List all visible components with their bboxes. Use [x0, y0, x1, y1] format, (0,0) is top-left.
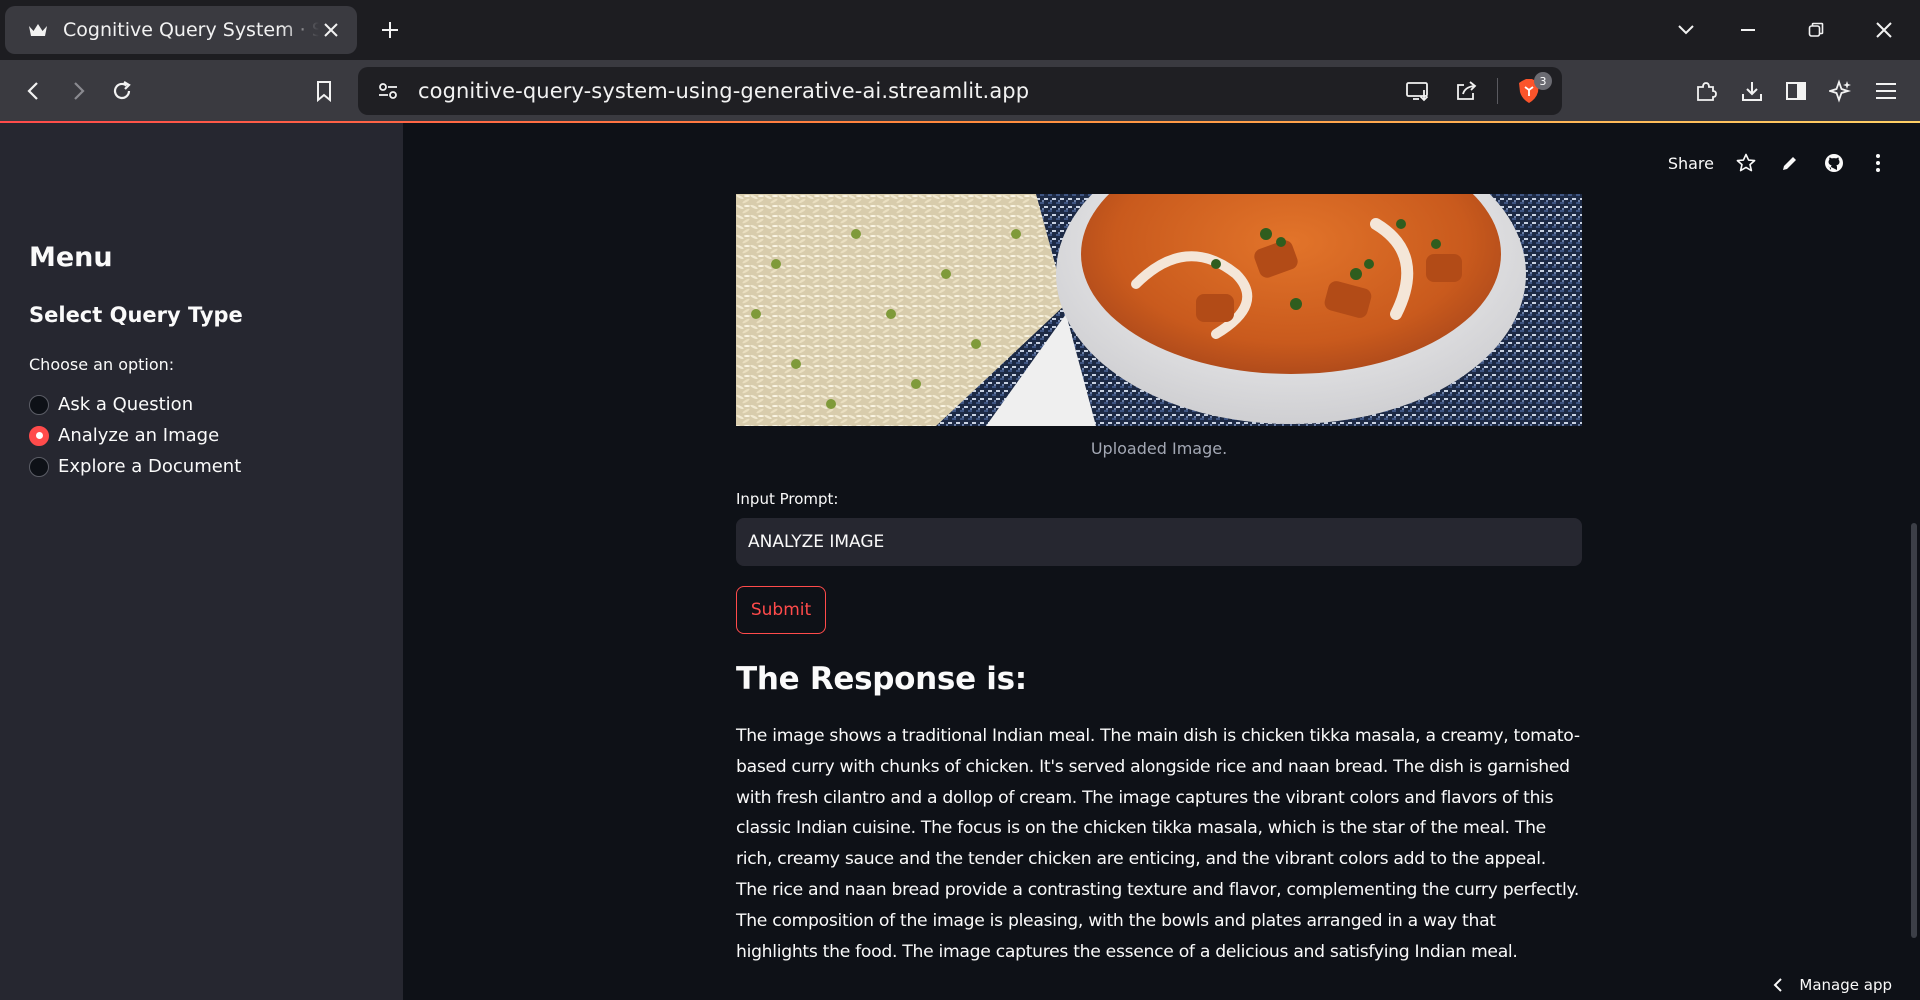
sidebar-menu-title: Menu — [29, 242, 113, 273]
submit-button[interactable]: Submit — [736, 586, 826, 634]
image-caption: Uploaded Image. — [1090, 439, 1228, 458]
main-menu-icon[interactable] — [1870, 75, 1902, 107]
leo-ai-icon[interactable] — [1825, 75, 1857, 107]
browser-titlebar: Cognitive Query System · Streamlit — [0, 0, 1920, 60]
back-icon[interactable] — [18, 75, 50, 107]
github-icon[interactable] — [1822, 151, 1846, 175]
uploaded-food-image — [736, 194, 1582, 426]
radio-option-label: Explore a Document — [58, 456, 242, 477]
manage-app-button[interactable]: Manage app — [1773, 976, 1892, 994]
shields-count-badge: 3 — [1534, 72, 1552, 90]
extensions-icon[interactable] — [1690, 75, 1722, 107]
more-options-icon[interactable] — [1866, 151, 1890, 175]
url-text[interactable]: cognitive-query-system-using-generative-… — [418, 79, 1387, 103]
response-text: The image shows a traditional Indian mea… — [736, 726, 1580, 962]
app-header-actions: Share — [1668, 151, 1890, 175]
brave-shields-icon[interactable]: 3 — [1512, 72, 1552, 108]
scrollbar-thumb[interactable] — [1911, 523, 1917, 938]
radio-ask-question[interactable]: Ask a Question — [29, 389, 241, 420]
browser-toolbar: cognitive-query-system-using-generative-… — [0, 60, 1920, 122]
manage-app-label: Manage app — [1799, 976, 1892, 994]
radio-button[interactable] — [29, 456, 49, 477]
radio-explore-document[interactable]: Explore a Document — [29, 451, 241, 482]
tab-title: Cognitive Query System · Streamlit — [63, 19, 319, 41]
star-icon[interactable] — [1734, 151, 1758, 175]
radio-option-label: Analyze an Image — [58, 425, 220, 446]
address-bar[interactable]: cognitive-query-system-using-generative-… — [358, 67, 1562, 115]
site-settings-icon[interactable] — [374, 77, 402, 105]
install-app-icon[interactable] — [1401, 74, 1435, 108]
sidebar: Menu Select Query Type Choose an option:… — [0, 123, 403, 1000]
streamlit-crown-icon — [27, 19, 49, 41]
close-tab-icon[interactable] — [319, 18, 343, 42]
new-tab-icon[interactable] — [376, 16, 404, 44]
downloads-icon[interactable] — [1736, 75, 1768, 107]
reload-icon[interactable] — [106, 75, 138, 107]
radio-group-label: Choose an option: — [29, 355, 175, 374]
divider — [1497, 78, 1498, 104]
forward-icon[interactable] — [62, 75, 94, 107]
main-content: Share Uploaded Image. Input Prompt: ANAL… — [403, 123, 1920, 1000]
radio-button-selected[interactable] — [29, 425, 49, 446]
share-button[interactable]: Share — [1668, 154, 1714, 173]
query-type-radio-group: Ask a Question Analyze an Image Explore … — [29, 389, 241, 482]
query-type-heading: Select Query Type — [29, 303, 243, 327]
share-page-icon[interactable] — [1449, 74, 1483, 108]
browser-tab[interactable]: Cognitive Query System · Streamlit — [5, 6, 357, 54]
chevron-left-icon — [1773, 978, 1783, 992]
response-heading: The Response is: — [736, 661, 1027, 697]
radio-button[interactable] — [29, 394, 49, 415]
input-prompt-field[interactable] — [736, 518, 1582, 566]
edit-pencil-icon[interactable] — [1778, 151, 1802, 175]
input-prompt-label: Input Prompt: — [736, 490, 839, 508]
close-window-icon[interactable] — [1868, 14, 1900, 46]
minimize-icon[interactable] — [1732, 14, 1764, 46]
restore-icon[interactable] — [1800, 14, 1832, 46]
sidebar-toggle-icon[interactable] — [1780, 75, 1812, 107]
tab-search-chevron-icon[interactable] — [1670, 14, 1702, 46]
radio-option-label: Ask a Question — [58, 394, 194, 415]
radio-analyze-image[interactable]: Analyze an Image — [29, 420, 241, 451]
bookmark-icon[interactable] — [308, 75, 340, 107]
